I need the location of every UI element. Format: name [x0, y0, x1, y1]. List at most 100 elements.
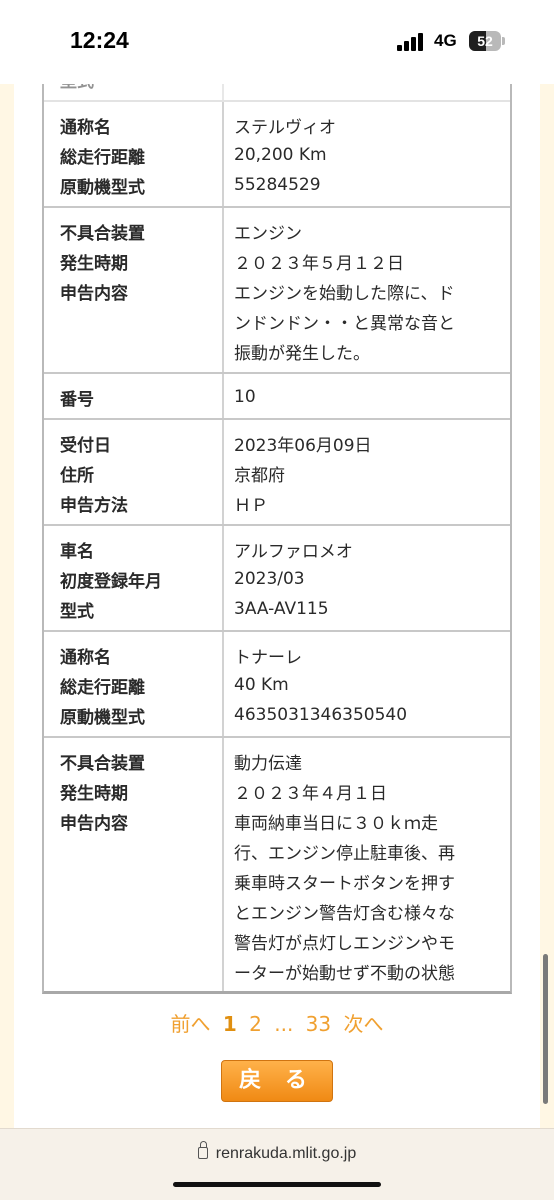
- record-row: 申告方法 ＨＰ: [44, 488, 510, 518]
- record-value: エンジン: [234, 223, 302, 244]
- record-group: 通称名 トナーレ 総走行距離 40 Km 原動機型式 4635031346350540: [44, 632, 510, 738]
- record-value: になった。: [222, 989, 510, 992]
- record-row: 通称名 トナーレ: [44, 640, 510, 670]
- record-value: 振動が発生した。: [234, 343, 370, 364]
- web-page[interactable]: 型式3BA-AFY4OE通称名ステルヴィオ総走行距離20,200 Km原動機型式…: [0, 84, 554, 1128]
- record-label: 不具合装置: [60, 753, 145, 774]
- record-row: 原動機型式 55284529: [44, 170, 510, 200]
- browser-address-bar[interactable]: renrakuda.mlit.go.jp: [0, 1128, 554, 1200]
- record-group: 通称名 ステルヴィオ総走行距離 20,200 Km 原動機型式 55284529: [44, 102, 510, 208]
- pager-prev-link[interactable]: 前へ: [171, 1012, 211, 1036]
- record-label: 申告方法: [60, 495, 128, 516]
- record-value: 警告灯が点灯しエンジンやモ: [234, 933, 455, 954]
- record-row: 振動が発生した。: [44, 336, 510, 366]
- record-row: 不具合装置 動力伝達: [44, 746, 510, 776]
- record-row: になった。: [44, 986, 510, 992]
- record-label: 総走行距離: [60, 677, 145, 698]
- record-value: 10: [234, 387, 256, 407]
- status-time: 12:24: [70, 27, 129, 53]
- record-row: 受付日 2023年06月09日: [44, 428, 510, 458]
- record-row: 車名 アルファロメオ: [44, 534, 510, 564]
- record-label: 番号: [60, 389, 94, 410]
- record-row: 警告灯が点灯しエンジンやモ: [44, 926, 510, 956]
- pagination: 前へ 1 2 ... 33 次へ: [0, 1008, 554, 1037]
- record-row: 初度登録年月 2023/03: [44, 564, 510, 594]
- back-button[interactable]: 戻 る: [221, 1060, 333, 1102]
- lock-icon: [197, 1141, 208, 1159]
- record-row: とエンジン警告灯含む様々な: [44, 896, 510, 926]
- record-row: 住所 京都府: [44, 458, 510, 488]
- record-row: 行、エンジン停止駐車後、再: [44, 836, 510, 866]
- pager-next-link[interactable]: 次へ: [343, 1012, 383, 1036]
- cellular-signal-icon: [397, 33, 427, 51]
- record-label: 申告内容: [60, 813, 128, 834]
- record-row: 型式3BA-AFY4OE: [44, 84, 510, 94]
- record-value: 3BA-AFY4OE: [222, 84, 510, 89]
- records-table: 型式3BA-AFY4OE通称名ステルヴィオ総走行距離20,200 Km原動機型式…: [42, 84, 512, 994]
- record-value: ２０２３年４月１日: [234, 783, 387, 804]
- url-text: renrakuda.mlit.go.jp: [215, 1145, 357, 1162]
- record-label: 原動機型式: [60, 177, 145, 198]
- record-group: 車名 アルファロメオ初度登録年月 2023/03 型式 3AA-AV115: [44, 526, 510, 632]
- record-value: ステルヴィオ: [234, 117, 336, 138]
- record-value: 京都府: [234, 465, 285, 486]
- record-group: 不具合装置 エンジン 発生時期 ２０２３年５月１２日申告内容 エンジンを始動した際に、ド…: [44, 208, 510, 374]
- record-value: ＨＰ: [234, 495, 268, 516]
- record-row: ンドンドン・・と異常な音と: [44, 306, 510, 336]
- pager-page-last-link[interactable]: 33: [306, 1012, 331, 1036]
- record-value: エンジンを始動した際に、ド: [234, 283, 455, 304]
- record-label: 通称名: [60, 647, 111, 668]
- record-row: 番号 10: [44, 382, 510, 412]
- record-value: ンドンドン・・と異常な音と: [234, 313, 455, 334]
- record-label: 不具合装置: [60, 223, 145, 244]
- record-label: 発生時期: [60, 783, 128, 804]
- record-label: 初度登録年月: [60, 571, 162, 592]
- record-group: 不具合装置 動力伝達発生時期 ２０２３年４月１日申告内容 車両納車当日に３０ｋｍ走 行、…: [44, 738, 510, 992]
- record-row: ーターが始動せず不動の状態: [44, 956, 510, 986]
- record-group: 番号 10: [44, 374, 510, 420]
- record-label: 発生時期: [60, 253, 128, 274]
- record-label: 総走行距離: [60, 147, 145, 168]
- record-value: 3AA-AV115: [234, 599, 329, 619]
- record-group: 型式3BA-AFY4OE: [44, 84, 510, 102]
- record-row: 申告内容 エンジンを始動した際に、ド: [44, 276, 510, 306]
- record-value: 20,200 Km: [234, 145, 327, 165]
- record-label: 住所: [60, 465, 94, 486]
- record-group: 受付日 2023年06月09日住所 京都府申告方法 ＨＰ: [44, 420, 510, 526]
- record-value: とエンジン警告灯含む様々な: [234, 903, 455, 924]
- record-row: 発生時期 ２０２３年５月１２日: [44, 246, 510, 276]
- record-row: 総走行距離 40 Km: [44, 670, 510, 700]
- record-value: 2023/03: [234, 569, 305, 589]
- record-label: 原動機型式: [60, 707, 145, 728]
- pager-ellipsis: ...: [274, 1012, 294, 1036]
- record-row: 型式 3AA-AV115: [44, 594, 510, 624]
- record-value: 2023年06月09日: [234, 435, 372, 456]
- record-label: 申告内容: [60, 283, 128, 304]
- record-value: 55284529: [234, 175, 321, 195]
- record-value: アルファロメオ: [234, 541, 353, 562]
- record-row: 総走行距離 20,200 Km: [44, 140, 510, 170]
- record-value: 動力伝達: [234, 753, 302, 774]
- battery-level: 52: [477, 33, 493, 49]
- address-display[interactable]: renrakuda.mlit.go.jp: [0, 1141, 554, 1163]
- pager-page-2-link[interactable]: 2: [249, 1012, 262, 1036]
- record-row: 乗車時スタートボタンを押す: [44, 866, 510, 896]
- record-value: 乗車時スタートボタンを押す: [234, 873, 455, 894]
- record-value: ーターが始動せず不動の状態: [234, 963, 455, 984]
- record-label: 型式: [44, 84, 222, 92]
- record-label: 通称名: [60, 117, 111, 138]
- pager-page-current: 1: [222, 1012, 237, 1036]
- record-row: 不具合装置 エンジン: [44, 216, 510, 246]
- record-value: 車両納車当日に３０ｋｍ走: [234, 813, 438, 834]
- record-value: 行、エンジン停止駐車後、再: [234, 843, 455, 864]
- record-label: 受付日: [60, 435, 111, 456]
- record-label: 型式: [60, 601, 94, 622]
- record-value: 4635031346350540: [234, 705, 408, 725]
- record-label: 車名: [60, 541, 94, 562]
- scrollbar[interactable]: [543, 954, 548, 1104]
- network-type: 4G: [434, 31, 457, 50]
- battery-icon: 52: [469, 31, 505, 51]
- record-row: 発生時期 ２０２３年４月１日: [44, 776, 510, 806]
- status-bar: 12:24 4G 52: [0, 0, 554, 84]
- home-indicator[interactable]: [173, 1182, 381, 1187]
